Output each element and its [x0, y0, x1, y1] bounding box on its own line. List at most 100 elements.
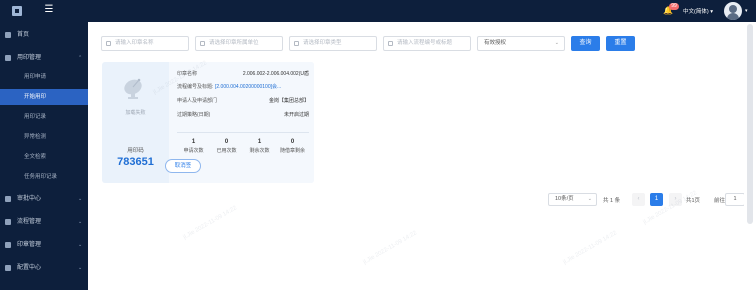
- info-row-applicant: 申请人及申请部门 金岗【集团总部】: [177, 96, 309, 106]
- info-key: 流程编号及标题:: [177, 84, 214, 90]
- scrollbar-thumb[interactable]: [747, 24, 753, 224]
- info-row-seal-name: 印章名称 2.006.002-2.006.004.002(U盾: [177, 69, 309, 79]
- approval-icon: [5, 196, 11, 202]
- info-value: 未开启过期: [283, 112, 309, 118]
- info-key: 申请人及申请部门: [177, 98, 218, 104]
- info-value: 金岗【集团总部】: [268, 98, 309, 104]
- sidebar-item-config[interactable]: 配置中心 ⌄: [0, 262, 88, 274]
- gear-icon: [5, 265, 11, 271]
- cancel-button[interactable]: 取消签: [165, 159, 201, 173]
- sidebar-item-label: 首页: [17, 32, 30, 38]
- chevron-down-icon: ⌄: [587, 196, 592, 202]
- sidebar-sub-start-seal[interactable]: 开始用印: [0, 89, 88, 105]
- seal-icon: [5, 242, 11, 248]
- page-size-select[interactable]: 10条/页 ⌄: [548, 193, 597, 206]
- sidebar-item-label: 配置中心: [17, 265, 42, 271]
- seal-name-placeholder: 请输入印章名称: [115, 40, 154, 46]
- tag-icon: [294, 41, 299, 46]
- sidebar-item-label: 流程管理: [17, 219, 42, 225]
- sidebar: 首页 用印管理 ⌃ 用印申请 开始用印 用印记录 异常检测 全文检索 任务用印记…: [0, 22, 88, 290]
- prev-page-button[interactable]: ‹: [632, 193, 645, 206]
- stat-label: 剩余次数: [249, 148, 270, 154]
- divider: [177, 132, 309, 133]
- sidebar-sub-label: 开始用印: [24, 94, 47, 100]
- chevron-down-icon: ⌄: [78, 219, 83, 225]
- sidebar-item-seal-manage[interactable]: 印章管理 ⌄: [0, 239, 88, 251]
- avatar[interactable]: [724, 2, 742, 20]
- stat-applied: 1 申请次数: [177, 138, 210, 156]
- info-key: 过期策略(日期): [177, 112, 211, 118]
- chevron-up-icon: ⌃: [78, 55, 83, 61]
- next-page-button[interactable]: ›: [669, 193, 682, 206]
- menu-toggle-icon[interactable]: ☰: [44, 5, 54, 15]
- stat-remaining: 1 剩余次数: [243, 138, 276, 156]
- sidebar-item-label: 印章管理: [17, 242, 42, 248]
- stat-number: 1: [191, 139, 196, 145]
- seal-card-left: 加载失败 用印码 783651: [102, 62, 169, 183]
- chevron-down-icon: ⌄: [554, 40, 559, 46]
- reset-button[interactable]: 重置: [606, 36, 635, 51]
- seal-code-value: 783651: [117, 156, 154, 168]
- page-number-current[interactable]: 1: [650, 193, 663, 206]
- sidebar-item-label: 审批中心: [17, 196, 42, 202]
- flow-input[interactable]: 请输入流程编号或标题: [383, 36, 471, 51]
- page-size-value: 10条/页: [555, 196, 574, 202]
- info-key: 印章名称: [177, 71, 198, 77]
- info-row-expiry: 过期策略(日期) 未开启过期: [177, 110, 309, 120]
- chevron-down-icon[interactable]: ▾: [745, 8, 748, 14]
- app-logo[interactable]: [12, 6, 22, 16]
- sidebar-item-approval[interactable]: 审批中心 ⌄: [0, 193, 88, 205]
- seal-card: 加载失败 用印码 783651 印章名称 2.006.002-2.006.004…: [102, 62, 314, 183]
- notification-badge: 99: [669, 3, 679, 10]
- language-selector[interactable]: 中文(简体) ▾: [683, 7, 713, 15]
- stat-label: 已用次数: [216, 148, 237, 154]
- sidebar-item-home[interactable]: 首页: [0, 29, 88, 41]
- sidebar-sub-label: 任务用印记录: [24, 174, 58, 180]
- type-select[interactable]: 请选择印章类型: [289, 36, 377, 51]
- total-pages: 共1页: [686, 198, 701, 204]
- unit-select[interactable]: 请选择印章所属单位: [195, 36, 283, 51]
- document-icon: [388, 41, 393, 46]
- seal-load-status: 加载失败: [125, 110, 146, 116]
- chevron-down-icon: ⌄: [78, 196, 83, 202]
- sidebar-sub-records[interactable]: 用印记录: [0, 109, 88, 125]
- satellite-dish-icon: [124, 78, 142, 99]
- query-button[interactable]: 查询: [571, 36, 600, 51]
- stat-label: 随借章剩余: [279, 148, 305, 154]
- stat-label: 申请次数: [183, 148, 204, 154]
- sidebar-item-seal-use[interactable]: 用印管理 ⌃: [0, 52, 88, 64]
- auth-status-value: 有效授权: [484, 40, 507, 46]
- seal-code-label: 用印码: [127, 148, 144, 154]
- sidebar-sub-label: 用印申请: [24, 74, 47, 80]
- search-icon: [106, 41, 111, 46]
- stat-number: 0: [290, 139, 295, 145]
- seal-name-input[interactable]: 请输入印章名称: [101, 36, 189, 51]
- sidebar-item-label: 用印管理: [17, 55, 42, 61]
- stat-used: 0 已用次数: [210, 138, 243, 156]
- unit-placeholder: 请选择印章所属单位: [209, 40, 259, 46]
- stamp-icon: [5, 55, 11, 61]
- sidebar-sub-label: 用印记录: [24, 114, 47, 120]
- sidebar-sub-search[interactable]: 全文检索: [0, 149, 88, 165]
- auth-status-select[interactable]: 有效授权 ⌄: [477, 36, 565, 51]
- goto-label: 前往: [714, 198, 726, 204]
- top-bar: ☰ 🔔 99 中文(简体) ▾ ▾: [0, 0, 756, 22]
- sidebar-sub-anomaly[interactable]: 异常检测: [0, 129, 88, 145]
- info-row-flow: 流程编号及标题: [2.000.004.00200000100]会...: [177, 82, 309, 92]
- goto-page-input[interactable]: 1: [725, 193, 745, 206]
- total-count: 共 1 条: [603, 198, 621, 204]
- sidebar-item-flow[interactable]: 流程管理 ⌄: [0, 216, 88, 228]
- sidebar-sub-label: 异常检测: [24, 134, 47, 140]
- stat-borrow-remaining: 0 随借章剩余: [276, 138, 309, 156]
- building-icon: [200, 41, 205, 46]
- sidebar-sub-label: 全文检索: [24, 154, 47, 160]
- flow-link[interactable]: [2.000.004.00200000100]会...: [215, 82, 281, 92]
- flow-placeholder: 请输入流程编号或标题: [397, 40, 453, 46]
- sidebar-sub-task-records[interactable]: 任务用印记录: [0, 169, 88, 185]
- stat-number: 0: [224, 139, 229, 145]
- chevron-down-icon: ⌄: [78, 242, 83, 248]
- flow-icon: [5, 219, 11, 225]
- main-content: 请输入印章名称 请选择印章所属单位 请选择印章类型 请输入流程编号或标题 有效授…: [88, 22, 756, 290]
- sidebar-sub-apply[interactable]: 用印申请: [0, 69, 88, 85]
- chevron-down-icon: ⌄: [78, 265, 83, 271]
